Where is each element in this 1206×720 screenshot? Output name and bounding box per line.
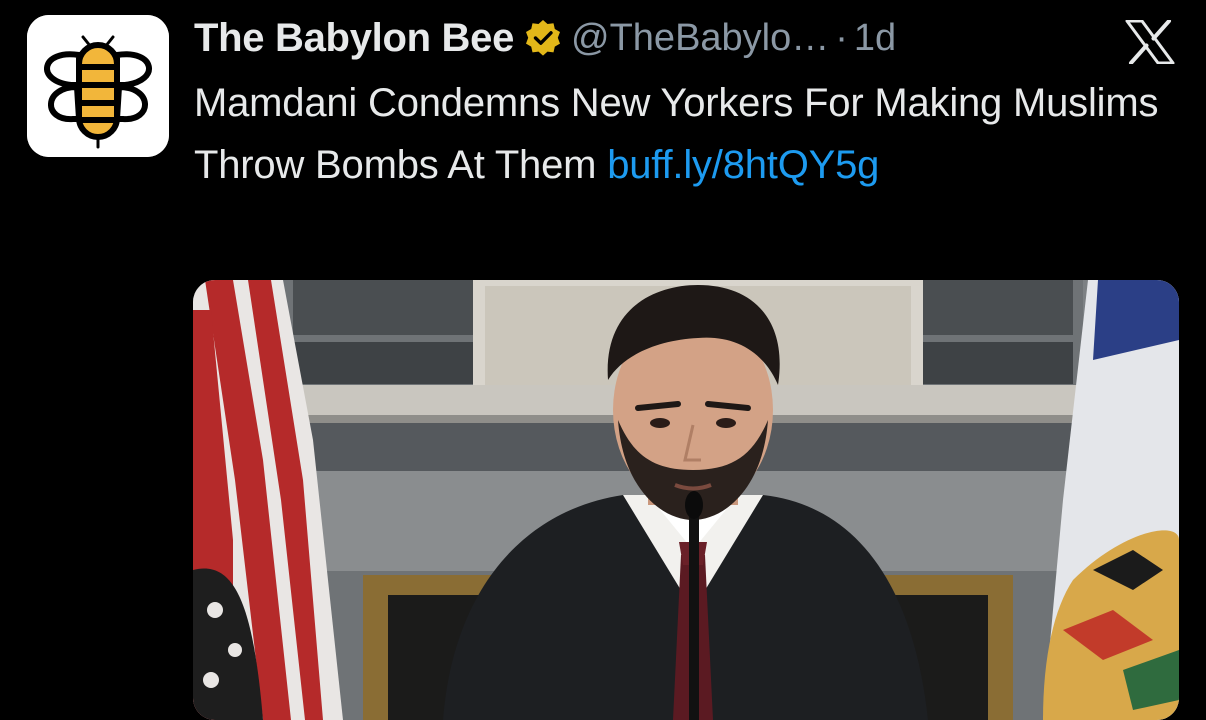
tweet-card[interactable]: The Babylon Bee @TheBabylo… · 1d Mamdani… <box>0 0 1206 720</box>
tweet-header: The Babylon Bee @TheBabylo… · 1d <box>194 12 896 64</box>
tweet-link[interactable]: buff.ly/​8htQY5g <box>607 143 879 187</box>
babylon-bee-logo-icon <box>27 15 169 157</box>
handle[interactable]: @TheBabylo… <box>571 17 829 60</box>
tweet-media-image[interactable] <box>193 280 1179 720</box>
verified-badge-icon[interactable] <box>523 18 563 58</box>
avatar[interactable] <box>27 15 169 157</box>
x-logo-icon <box>1125 19 1175 65</box>
separator: · <box>835 16 848 59</box>
timestamp[interactable]: 1d <box>854 17 896 60</box>
display-name[interactable]: The Babylon Bee <box>194 16 514 61</box>
tweet-text: Mamdani Condemns New Yorkers For Making … <box>194 72 1184 196</box>
